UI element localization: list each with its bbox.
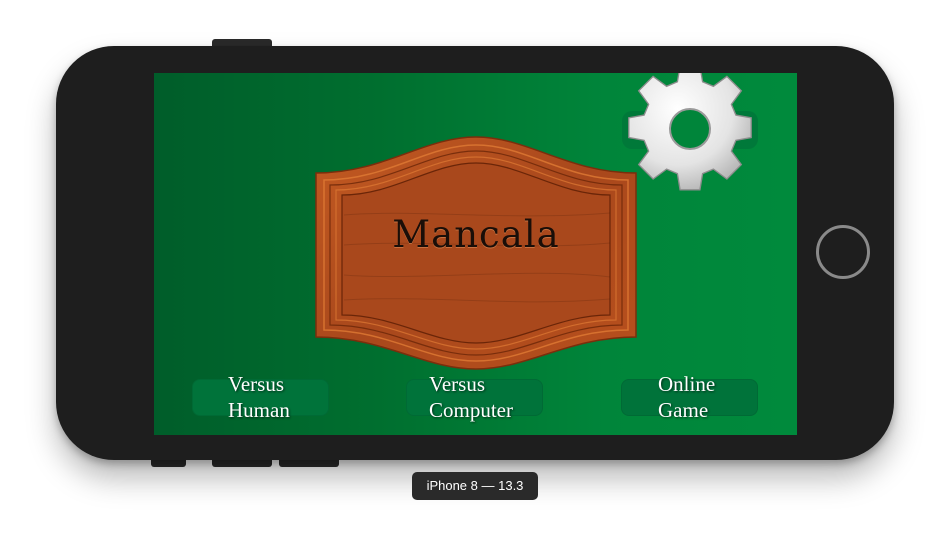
simulator-device-label: iPhone 8 — 13.3 bbox=[412, 472, 538, 500]
settings-button[interactable] bbox=[620, 73, 760, 201]
volume-up-button[interactable] bbox=[212, 459, 272, 467]
versus-computer-label[interactable]: Versus Computer bbox=[429, 371, 513, 423]
volume-down-button[interactable] bbox=[279, 459, 339, 467]
gear-icon bbox=[628, 73, 752, 191]
game-title: Mancala bbox=[392, 213, 560, 256]
home-button[interactable] bbox=[816, 225, 870, 279]
title-board: Mancala bbox=[314, 135, 638, 371]
online-game-label[interactable]: Online Game bbox=[658, 371, 715, 423]
game-screen: Mancala Versus Human Versus Computer Onl… bbox=[154, 73, 797, 435]
mute-switch[interactable] bbox=[151, 459, 186, 467]
versus-human-label[interactable]: Versus Human bbox=[228, 371, 290, 423]
